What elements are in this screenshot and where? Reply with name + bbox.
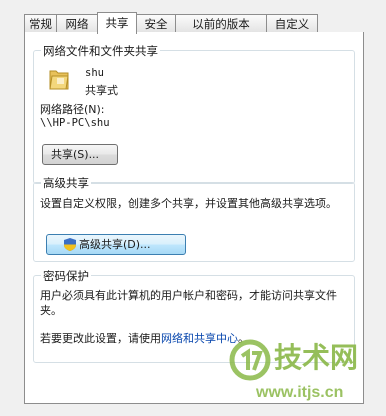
folder-name: shu bbox=[85, 67, 104, 79]
change-setting-prefix: 若要更改此设置，请使用 bbox=[40, 332, 161, 345]
network-path-value: \\HP-PC\shu bbox=[40, 117, 110, 129]
uac-shield-icon bbox=[64, 238, 76, 251]
tab-previous-versions[interactable]: 以前的版本 bbox=[175, 14, 267, 32]
watermark: 技术网 www.itjs.cn bbox=[228, 334, 378, 412]
tab-sharing[interactable]: 共享 bbox=[97, 12, 137, 34]
folder-share-status: 共享式 bbox=[85, 84, 118, 97]
network-sharing-title: 网络文件和文件夹共享 bbox=[41, 43, 160, 59]
network-path-label: 网络路径(N): bbox=[40, 103, 105, 116]
password-protection-description: 用户必须具有此计算机的用户帐户和密码，才能访问共享文件夹。 bbox=[40, 289, 337, 317]
tab-security[interactable]: 安全 bbox=[136, 14, 176, 32]
watermark-url: www.itjs.cn bbox=[256, 384, 344, 401]
tab-network[interactable]: 网络 bbox=[56, 14, 98, 32]
folder-icon bbox=[49, 70, 69, 90]
share-button[interactable]: 共享(S)... bbox=[42, 144, 118, 165]
advanced-sharing-title: 高级共享 bbox=[41, 175, 91, 191]
advanced-sharing-description: 设置自定义权限，创建多个共享，并设置其他高级共享选项。 bbox=[40, 197, 337, 210]
network-sharing-center-link[interactable]: 网络和共享中心 bbox=[161, 332, 238, 345]
advanced-sharing-group: 高级共享 设置自定义权限，创建多个共享，并设置其他高级共享选项。 高级共享(D)… bbox=[33, 175, 355, 262]
advanced-sharing-button-label: 高级共享(D)... bbox=[79, 238, 151, 251]
password-protection-title: 密码保护 bbox=[41, 268, 91, 284]
watermark-logo bbox=[229, 339, 271, 381]
network-sharing-group: 网络文件和文件夹共享 shu 共享式 网络路径(N): \\HP-PC\shu … bbox=[33, 43, 355, 184]
change-setting-text: 若要更改此设置，请使用网络和共享中心。 bbox=[40, 330, 249, 346]
tab-general[interactable]: 常规 bbox=[24, 14, 57, 32]
tab-strip: 常规 网络 共享 安全 以前的版本 自定义 bbox=[24, 12, 364, 34]
advanced-sharing-button[interactable]: 高级共享(D)... bbox=[46, 234, 186, 255]
tab-customize[interactable]: 自定义 bbox=[266, 14, 318, 32]
watermark-brand: 技术网 bbox=[274, 341, 359, 374]
